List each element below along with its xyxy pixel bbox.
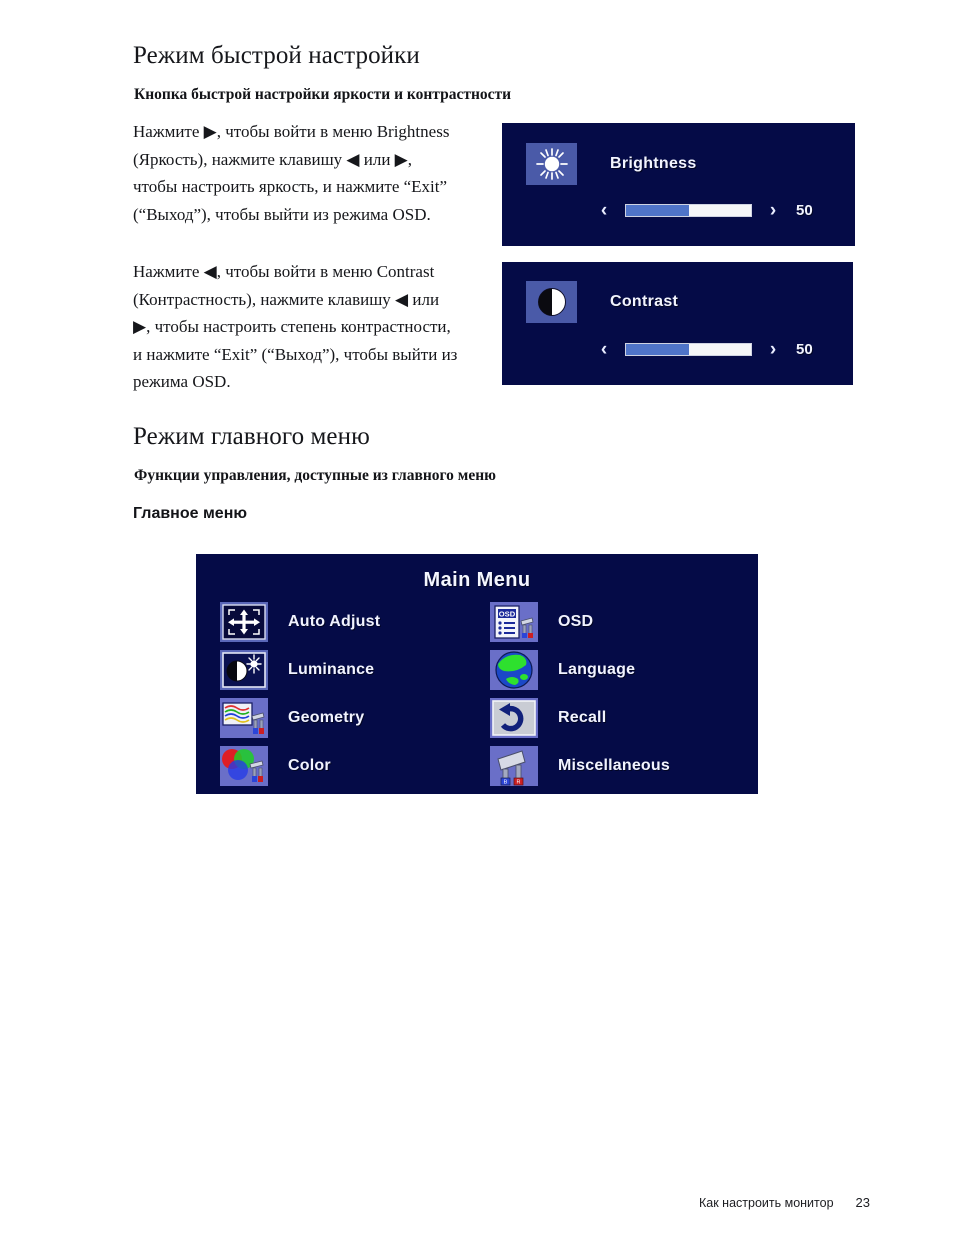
menu-label-osd: OSD [558, 613, 594, 630]
paragraph-line: (Яркость), нажмите клавишу ◀ или ▶, [133, 149, 413, 169]
section-subheading-quick-setup: Кнопка быстрой настройки яркости и контр… [134, 86, 512, 103]
auto-adjust-icon [218, 601, 270, 643]
svg-text:R: R [517, 780, 521, 786]
menu-item-geometry[interactable]: Geometry [218, 694, 488, 742]
brightness-osd-panel: Brightness ‹ › 50 [502, 123, 855, 246]
sun-icon [526, 143, 577, 185]
contrast-value: 50 [796, 341, 813, 358]
footer: Как настроить монитор 23 [699, 1195, 870, 1210]
menu-label-language: Language [558, 661, 636, 678]
footer-chapter: Как настроить монитор [699, 1196, 834, 1210]
section-heading-quick-setup: Режим быстрой настройки [133, 42, 420, 69]
section-subheading-main-menu-functions: Функции управления, доступные из главног… [134, 467, 497, 484]
footer-page-number: 23 [855, 1195, 870, 1210]
miscellaneous-icon: B R [488, 745, 540, 787]
menu-item-color[interactable]: Color [218, 742, 488, 790]
menu-label-geometry: Geometry [288, 709, 365, 726]
menu-item-luminance[interactable]: Luminance [218, 646, 488, 694]
menu-label-miscellaneous: Miscellaneous [558, 757, 670, 774]
slider-next-arrow-icon[interactable]: › [766, 340, 780, 359]
globe-icon [488, 649, 540, 691]
paragraph-line: (Контрастность), нажмите клавишу ◀ или [133, 289, 440, 309]
osd-brightness-row: Brightness [526, 143, 697, 185]
section-subheading-main-menu: Главное меню [133, 505, 248, 522]
brightness-slider-track[interactable] [625, 204, 752, 217]
luminance-icon [218, 649, 270, 691]
paragraph-line: Нажмите ▶, чтобы войти в меню Brightness [133, 122, 450, 141]
main-menu-grid: Auto Adjust OSD OSD Luminance Language G… [196, 598, 758, 790]
brightness-paragraph: Нажмите ▶, чтобы войти в меню Brightness… [133, 118, 498, 228]
menu-item-auto-adjust[interactable]: Auto Adjust [218, 598, 488, 646]
menu-item-miscellaneous[interactable]: B R Miscellaneous [488, 742, 758, 790]
svg-text:OSD: OSD [499, 610, 516, 619]
contrast-osd-panel: Contrast ‹ › 50 [502, 262, 853, 385]
paragraph-line: чтобы настроить яркость, и нажмите “Exit… [133, 177, 448, 196]
osd-contrast-row: Contrast [526, 281, 678, 323]
recall-icon [488, 697, 540, 739]
contrast-slider-fill [626, 344, 689, 355]
osd-icon: OSD [488, 601, 540, 643]
color-wheel-icon [218, 745, 270, 787]
menu-label-recall: Recall [558, 709, 607, 726]
main-menu-title: Main Menu [423, 569, 531, 591]
geometry-icon [218, 697, 270, 739]
brightness-slider-fill [626, 205, 689, 216]
brightness-value: 50 [796, 202, 813, 219]
paragraph-line: и нажмите “Exit” (“Выход”), чтобы выйти … [133, 344, 458, 364]
menu-item-recall[interactable]: Recall [488, 694, 758, 742]
contrast-paragraph: Нажмите ◀, чтобы войти в меню Contrast (… [133, 258, 503, 396]
osd-brightness-label: Brightness [610, 155, 697, 172]
menu-label-auto-adjust: Auto Adjust [288, 613, 381, 630]
osd-contrast-label: Contrast [610, 293, 679, 310]
contrast-circle-icon [526, 281, 577, 323]
slider-next-arrow-icon[interactable]: › [766, 201, 780, 220]
slider-prev-arrow-icon[interactable]: ‹ [597, 340, 611, 359]
contrast-slider-track[interactable] [625, 343, 752, 356]
menu-label-luminance: Luminance [288, 661, 375, 678]
svg-text:B: B [504, 780, 508, 786]
menu-item-osd[interactable]: OSD OSD [488, 598, 758, 646]
menu-item-language[interactable]: Language [488, 646, 758, 694]
brightness-slider-row[interactable]: ‹ › 50 [597, 201, 813, 220]
contrast-slider-row[interactable]: ‹ › 50 [597, 340, 813, 359]
paragraph-line: Нажмите ◀, чтобы войти в меню Contrast [133, 262, 435, 281]
slider-prev-arrow-icon[interactable]: ‹ [597, 201, 611, 220]
paragraph-line: режима OSD. [133, 372, 231, 391]
menu-label-color: Color [288, 757, 331, 774]
paragraph-line: (“Выход”), чтобы выйти из режима OSD. [133, 204, 431, 224]
paragraph-line: ▶, чтобы настроить степень контрастности… [133, 317, 451, 336]
section-heading-main-menu-mode: Режим главного меню [133, 423, 370, 450]
main-menu-osd-panel: Main Menu Auto Adjust OSD OSD Luminance … [196, 554, 758, 794]
